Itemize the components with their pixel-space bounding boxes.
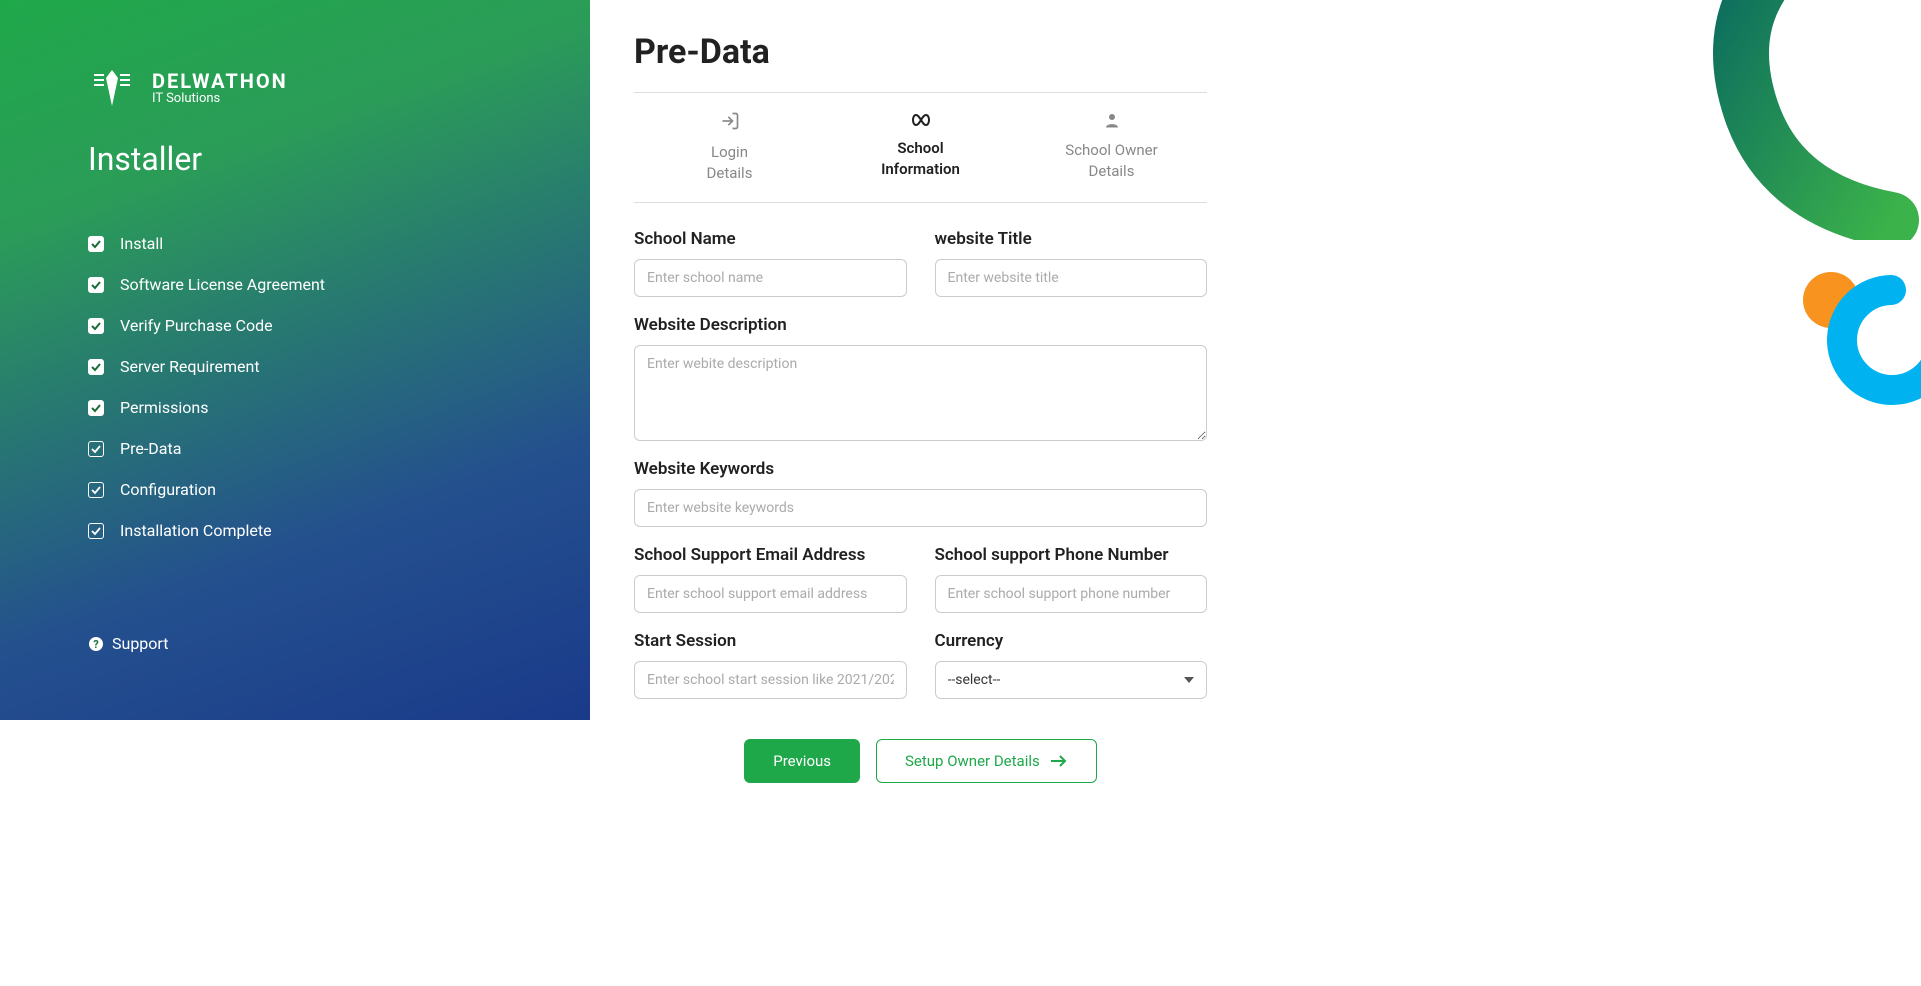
checkbox-checked-icon <box>88 400 104 416</box>
website-description-input[interactable] <box>634 345 1207 441</box>
brand-text: DELWATHON IT Solutions <box>152 70 288 106</box>
step-configuration: Configuration <box>88 480 590 499</box>
checkbox-checked-icon <box>88 277 104 293</box>
brand-name: DELWATHON <box>152 70 288 92</box>
logo-block: DELWATHON IT Solutions <box>88 64 590 112</box>
step-server: Server Requirement <box>88 357 590 376</box>
website-keywords-input[interactable] <box>634 489 1207 527</box>
next-button-label: Setup Owner Details <box>905 752 1040 770</box>
step-label: Verify Purchase Code <box>120 316 273 335</box>
arrow-right-icon <box>1050 754 1068 768</box>
step-verify: Verify Purchase Code <box>88 316 590 335</box>
substep-login[interactable]: Login Details <box>634 111 825 184</box>
substep-label: Login Details <box>634 142 825 184</box>
step-label: Permissions <box>120 398 208 417</box>
start-session-input[interactable] <box>634 661 907 699</box>
brand-subtitle: IT Solutions <box>152 92 288 106</box>
support-email-input[interactable] <box>634 575 907 613</box>
step-list: Install Software License Agreement Verif… <box>88 234 590 562</box>
website-title-label: website Title <box>935 229 1208 249</box>
checkbox-outline-icon <box>88 482 104 498</box>
school-name-input[interactable] <box>634 259 907 297</box>
step-permissions: Permissions <box>88 398 590 417</box>
sub-step-nav: Login Details School Information School … <box>634 92 1207 203</box>
user-icon <box>1016 111 1207 134</box>
substep-label: School Information <box>825 138 1016 180</box>
school-name-label: School Name <box>634 229 907 249</box>
start-session-label: Start Session <box>634 631 907 651</box>
step-license: Software License Agreement <box>88 275 590 294</box>
step-label: Configuration <box>120 480 216 499</box>
support-link[interactable]: ? Support <box>88 634 590 653</box>
website-description-label: Website Description <box>634 315 1207 335</box>
sidebar: DELWATHON IT Solutions Installer Install… <box>0 0 590 720</box>
main-content: Pre-Data Login Details School Informatio… <box>590 0 1921 986</box>
help-icon: ? <box>88 636 104 652</box>
next-button[interactable]: Setup Owner Details <box>876 739 1097 783</box>
page-title: Pre-Data <box>634 32 1873 72</box>
checkbox-checked-icon <box>88 318 104 334</box>
currency-select[interactable]: --select-- <box>935 661 1208 699</box>
website-title-input[interactable] <box>935 259 1208 297</box>
step-label: Server Requirement <box>120 357 260 376</box>
checkbox-checked-icon <box>88 236 104 252</box>
substep-school[interactable]: School Information <box>825 111 1016 184</box>
login-icon <box>634 111 825 136</box>
step-label: Install <box>120 234 163 253</box>
form: School Name website Title Website Descri… <box>634 229 1207 699</box>
svg-text:?: ? <box>93 638 99 651</box>
step-label: Pre-Data <box>120 439 181 458</box>
substep-label: School Owner Details <box>1016 140 1207 182</box>
step-complete: Installation Complete <box>88 521 590 540</box>
support-phone-label: School support Phone Number <box>935 545 1208 565</box>
previous-button[interactable]: Previous <box>744 739 860 783</box>
support-label: Support <box>112 634 168 653</box>
step-label: Software License Agreement <box>120 275 325 294</box>
website-keywords-label: Website Keywords <box>634 459 1207 479</box>
button-row: Previous Setup Owner Details <box>634 739 1207 783</box>
previous-button-label: Previous <box>773 752 831 770</box>
checkbox-outline-icon <box>88 523 104 539</box>
checkbox-outline-icon <box>88 441 104 457</box>
step-predata: Pre-Data <box>88 439 590 458</box>
sidebar-title: Installer <box>88 140 590 178</box>
step-install: Install <box>88 234 590 253</box>
support-phone-input[interactable] <box>935 575 1208 613</box>
decorative-shapes-icon <box>1791 250 1921 450</box>
checkbox-checked-icon <box>88 359 104 375</box>
step-label: Installation Complete <box>120 521 272 540</box>
brand-logo-icon <box>88 64 136 112</box>
infinity-icon <box>825 111 1016 132</box>
currency-label: Currency <box>935 631 1208 651</box>
substep-owner[interactable]: School Owner Details <box>1016 111 1207 184</box>
support-email-label: School Support Email Address <box>634 545 907 565</box>
